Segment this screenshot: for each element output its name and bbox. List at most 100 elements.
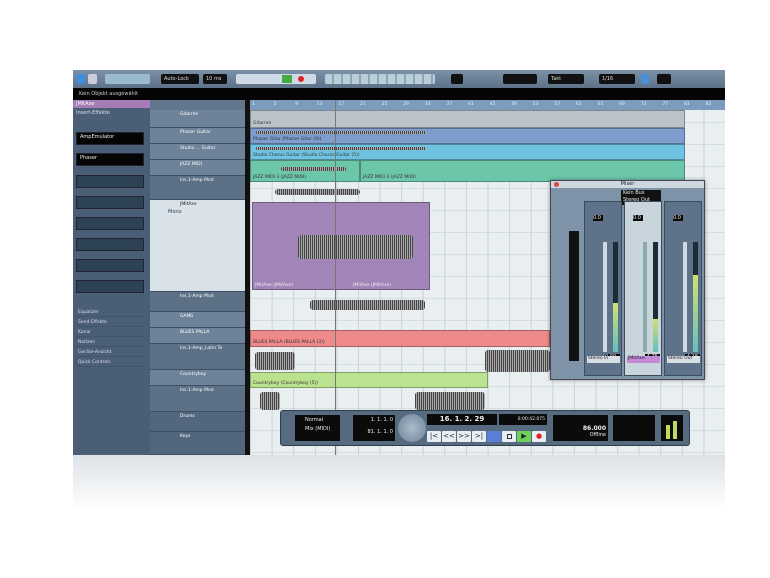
clip-jazz-midi-2[interactable]: JAZZ MIDI 3 (JAZZ MIDI) <box>360 160 685 182</box>
right-locator[interactable]: 81. 1. 1. 0 <box>355 429 393 435</box>
ruler-label: 5 <box>273 102 277 107</box>
pan-value[interactable]: 0.0 <box>673 215 683 221</box>
rewind-button[interactable]: << <box>442 431 456 442</box>
track-countryboy[interactable]: Countryboy <box>150 370 245 386</box>
clip-jmitaxe[interactable]: JMitAxe (JMitAxe) JMitAxe (JMitAxe) <box>252 202 430 290</box>
reflection <box>73 455 725 510</box>
track-jazz-midi[interactable]: JAZZ MIDI <box>150 160 245 176</box>
volume-fader[interactable] <box>643 242 647 352</box>
nudge-select[interactable] <box>451 74 463 84</box>
track-keys[interactable]: Keys <box>150 432 245 455</box>
cycle-mode[interactable]: Mix (MIDI) <box>297 426 338 432</box>
section-device-view[interactable]: Geräte-Ansicht <box>76 348 144 357</box>
clip-countryboy[interactable]: Countryboy (Countryboy (5)) <box>250 372 488 388</box>
track-jmitaxe[interactable]: JMitAxe Mono <box>150 200 245 292</box>
inspector-track-name[interactable]: JMitAxe <box>73 100 150 108</box>
play-button[interactable]: ▶ <box>517 431 531 442</box>
stop-button[interactable] <box>502 431 516 442</box>
tool-buttons[interactable] <box>325 74 435 84</box>
channel-name[interactable]: Stereo In <box>587 356 620 363</box>
channel-name[interactable]: JMitAxe <box>627 356 660 363</box>
insert-slot-1[interactable]: AmpEmulator <box>76 132 144 145</box>
record-mode[interactable]: Normal <box>297 417 338 423</box>
go-to-start-button[interactable]: |< <box>427 431 441 442</box>
activate-project-button[interactable] <box>77 74 85 84</box>
track-phaser-guitar[interactable]: Phaser Guitar <box>150 128 245 144</box>
record-button[interactable]: ● <box>532 431 546 442</box>
close-icon[interactable] <box>554 182 559 187</box>
track-jazz-lane[interactable]: Ins.1-Amp Mod <box>150 176 245 200</box>
volume-fader[interactable] <box>683 242 687 352</box>
ruler-label: 21 <box>360 102 366 107</box>
time-display[interactable]: 0:00:42.075 <box>499 414 547 425</box>
cycle-button[interactable]: ⟲ <box>487 431 501 442</box>
ruler-label: 41 <box>468 102 474 107</box>
ruler-label: 29 <box>403 102 409 107</box>
go-to-end-button[interactable]: >| <box>472 431 486 442</box>
insert-slot-5[interactable] <box>76 217 144 230</box>
project-cursor[interactable] <box>335 100 336 455</box>
view-buttons[interactable] <box>105 74 150 84</box>
insert-slot-3[interactable] <box>76 175 144 188</box>
transport-panel: Normal Mix (MIDI) 1. 1. 1. 0 81. 1. 1. 0 1… <box>280 410 690 446</box>
waveform <box>485 350 550 372</box>
record-icon[interactable] <box>298 76 304 82</box>
color-select[interactable] <box>657 74 671 84</box>
jog-wheel[interactable] <box>398 414 426 442</box>
locators[interactable]: 1. 1. 1. 0 81. 1. 1. 0 <box>353 415 395 441</box>
section-notes[interactable]: Notizen <box>76 338 144 347</box>
level-meter <box>653 242 658 352</box>
left-locator[interactable]: 1. 1. 1. 0 <box>355 417 393 423</box>
insert-slot-4[interactable] <box>76 196 144 209</box>
inspector: JMitAxe Insert-Effekte AmpEmulator Phase… <box>73 100 150 455</box>
track-studio-guitar[interactable]: Studio ... Guitar <box>150 144 245 160</box>
track-blues-palla[interactable]: BLUES PALLA <box>150 328 245 344</box>
clip-gitarren[interactable]: Gitarren <box>250 110 685 128</box>
snap-type-select[interactable]: Takt <box>548 74 584 84</box>
clip-phaser-guitar[interactable]: Phaser Gitar (Phaser Gitar (9)) <box>250 128 685 144</box>
channel-name[interactable]: Stereo Out <box>667 356 700 363</box>
ruler-label: 73 <box>640 102 647 107</box>
track-jmitaxe-lane[interactable]: Ins.1-Amp Mod <box>150 292 245 312</box>
pan-value[interactable]: 0.0 <box>593 215 603 221</box>
constrain-icon[interactable] <box>88 74 97 84</box>
clip-jazz-midi-1[interactable]: JAZZ MIDI 3 (JAZZ MIDI) <box>250 160 360 182</box>
common-panel[interactable] <box>569 231 579 361</box>
clip-studio-guitar[interactable]: Studio Chorus Guitar (Studio Chorus Guit… <box>250 144 685 160</box>
insert-slot-7[interactable] <box>76 259 144 272</box>
stop-icon <box>506 434 512 439</box>
pan-value[interactable]: 0.0 <box>633 215 643 221</box>
ruler-label: 45 <box>489 102 496 107</box>
automation-mode-select[interactable]: Auto-Lock <box>161 74 199 84</box>
track-drums[interactable]: Drums <box>150 412 245 432</box>
insert-slot-6[interactable] <box>76 238 144 251</box>
insert-slot-2[interactable]: Phaser <box>76 153 144 166</box>
section-channel[interactable]: Kanal <box>76 328 144 337</box>
play-icon[interactable] <box>282 75 292 83</box>
section-quick-controls[interactable]: Quick Controls <box>76 358 144 367</box>
clip-blues-palla[interactable]: BLUES PALLA (BLUES PALLA (3)) <box>250 330 550 347</box>
insert-slot-8[interactable] <box>76 280 144 293</box>
mixer-window: Mixer Kein Bus Stereo Out 0.0 0.00 Stere… <box>550 180 705 380</box>
track-gitarren[interactable]: Gitarren <box>150 110 245 128</box>
snap-button[interactable] <box>641 74 649 84</box>
section-equalizer[interactable]: Equalizer <box>76 308 144 317</box>
volume-fader[interactable] <box>603 242 607 352</box>
tempo-value[interactable]: 86.000 <box>555 425 606 432</box>
quantize-select[interactable]: 1/16 <box>599 74 635 84</box>
position-display[interactable]: 16. 1. 2. 29 <box>427 414 497 425</box>
timeline-ruler[interactable]: 1 5 9 13 17 21 25 29 33 37 41 45 49 53 57 61 65 69 73 77 81 8… <box>250 100 725 110</box>
tempo-panel[interactable]: 86.000 Offline <box>553 415 608 441</box>
section-send-effects[interactable]: Send-Effekte <box>76 318 144 327</box>
sync-status: Offline <box>589 432 606 438</box>
waveform <box>255 352 295 370</box>
track-gang[interactable]: GANG <box>150 312 245 328</box>
track-blues-lane[interactable]: Ins.1-Amp_Latin Te <box>150 344 245 370</box>
auto-value-select[interactable]: 10 ms <box>203 74 227 84</box>
grid-select[interactable] <box>503 74 537 84</box>
record-mode-panel[interactable]: Normal Mix (MIDI) <box>295 415 340 441</box>
track-countryboy-lane[interactable]: Ins.1-Amp Mod <box>150 386 245 412</box>
transport-mini-buttons[interactable] <box>236 74 316 84</box>
insert-effects-header[interactable]: Insert-Effekte <box>76 110 131 117</box>
fast-forward-button[interactable]: >> <box>457 431 471 442</box>
